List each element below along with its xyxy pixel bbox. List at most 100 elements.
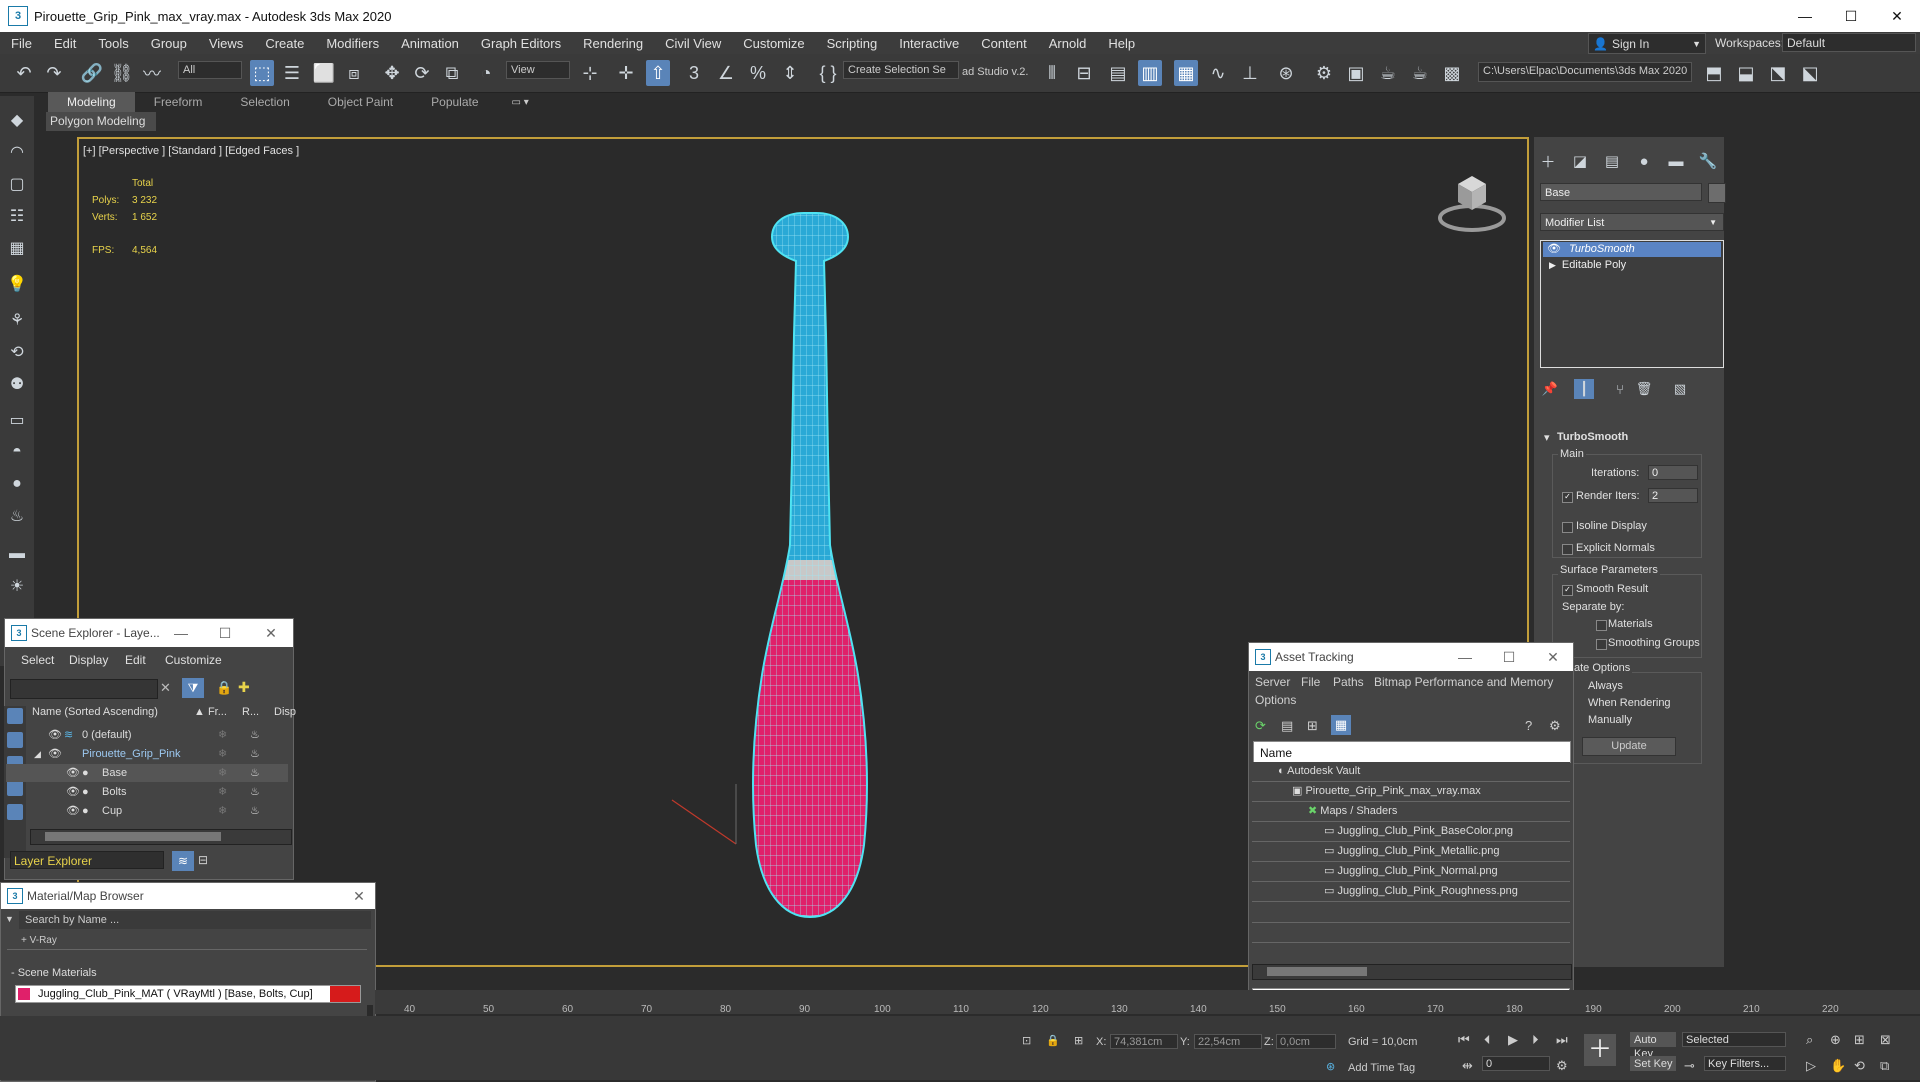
zoom-extents-icon[interactable]: ⊞ [1854, 1032, 1865, 1048]
go-to-end-icon[interactable]: ⏭ [1556, 1032, 1568, 1048]
shapes-icon[interactable]: ◠ [5, 140, 29, 164]
column-renderable[interactable]: R... [242, 706, 259, 718]
motion-panel-icon[interactable]: ● [1632, 150, 1656, 172]
zoom-extents-all-icon[interactable]: ⊠ [1880, 1032, 1891, 1048]
stack-item-turbosmooth[interactable]: 👁 TurboSmooth [1543, 242, 1721, 257]
explorer-type-dropdown[interactable]: Layer Explorer [10, 851, 164, 869]
key-mode-icon[interactable]: ⇹ [1462, 1058, 1473, 1074]
menu-file[interactable]: File [0, 36, 43, 51]
scene-explorer-menu-display[interactable]: Display [69, 653, 108, 667]
display-icon[interactable]: ⚉ [5, 372, 29, 396]
scene-explorer-titlebar[interactable]: 3 Scene Explorer - Laye... — ☐ ✕ [5, 619, 293, 647]
menu-interactive[interactable]: Interactive [888, 36, 970, 51]
close-button[interactable]: ✕ [251, 619, 291, 647]
hierarchy-panel-icon[interactable]: ▤ [1600, 150, 1624, 172]
mirror-icon[interactable]: ⫴ [1040, 60, 1064, 86]
percent-snap-icon[interactable]: % [746, 60, 770, 86]
polygon-modeling-button[interactable]: Polygon Modeling [46, 112, 156, 131]
collapse-icon[interactable]: ◢ [34, 745, 41, 763]
render-iters-spinner[interactable]: 2 [1648, 488, 1698, 503]
manually-radio[interactable]: Manually [1588, 714, 1632, 726]
maximize-button[interactable]: ☐ [1489, 643, 1529, 671]
auto-key-button[interactable]: Auto Key [1630, 1032, 1676, 1060]
scene-explorer-scrollbar[interactable] [30, 829, 292, 845]
scrollbar-thumb[interactable] [1267, 967, 1367, 976]
go-to-start-icon[interactable]: ⏮ [1458, 1032, 1470, 1048]
menu-tools[interactable]: Tools [87, 36, 139, 51]
maximize-button[interactable]: ☐ [205, 619, 245, 647]
help-icon[interactable]: ? [1525, 718, 1532, 733]
object-color-swatch[interactable] [1708, 183, 1726, 203]
project-folder-icon[interactable]: ⬒ [1702, 60, 1726, 86]
object-row-cup[interactable]: 👁 ● Cup ❄ ♨ [6, 802, 288, 820]
hierarchy-explorer-icon[interactable]: ⊟ [198, 853, 208, 867]
render-iters-checkbox[interactable]: ✓ [1562, 492, 1573, 503]
isolate-selection-icon[interactable]: ⊡ [1022, 1034, 1031, 1047]
viewport-icon[interactable]: ▭ [5, 408, 29, 432]
project-path-dropdown[interactable]: C:\Users\Elpac\Documents\3ds Max 2020 [1478, 62, 1692, 82]
remove-modifier-icon[interactable]: 🗑 [1634, 379, 1654, 399]
scene-explorer-menu-customize[interactable]: Customize [165, 653, 222, 667]
redo-icon[interactable]: ↷ [42, 60, 66, 86]
material-editor-icon[interactable]: ⊛ [1274, 60, 1298, 86]
scene-explorer-icon[interactable]: ▦ [1174, 60, 1198, 86]
freeze-icon[interactable]: ❄ [218, 783, 227, 801]
display-panel-icon[interactable]: ▬ [1664, 150, 1688, 172]
freeze-icon[interactable]: ❄ [218, 745, 227, 763]
sun-icon[interactable]: ☀ [5, 574, 29, 598]
selection-lock-icon[interactable]: 🔒 [1046, 1034, 1060, 1047]
juggling-club-model[interactable] [740, 205, 880, 925]
layer-row-pirouette[interactable]: ◢ 👁 Pirouette_Grip_Pink ❄ ♨ [6, 745, 288, 763]
show-end-result-icon[interactable]: ┃ [1574, 379, 1594, 399]
materials-checkbox[interactable] [1596, 620, 1607, 631]
dome-icon[interactable]: ◓ [5, 440, 29, 464]
smooth-result-checkbox[interactable]: ✓ [1562, 585, 1573, 596]
time-tag-icon[interactable]: ⊛ [1326, 1060, 1335, 1073]
ribbon-options-icon[interactable]: ▭ ▾ [512, 97, 529, 108]
keyboard-shortcut-override-icon[interactable]: ⇧ [646, 60, 670, 86]
viewport-label[interactable]: [+] [Perspective ] [Standard ] [Edged Fa… [83, 145, 299, 157]
next-frame-icon[interactable]: ⏵ [1532, 1032, 1539, 1048]
eye-icon[interactable]: 👁 [66, 802, 80, 820]
clear-search-icon[interactable]: ✕ [160, 680, 171, 696]
orbit-icon[interactable]: ⟲ [1854, 1058, 1865, 1074]
move-icon[interactable]: ✥ [380, 60, 404, 86]
asset-row-maps[interactable]: ✖ Maps / Shaders [1252, 802, 1570, 822]
render-icon[interactable]: ♨ [250, 764, 260, 782]
rendered-frame-window-icon[interactable]: ▣ [1344, 60, 1368, 86]
scrollbar-thumb[interactable] [45, 832, 221, 841]
asset-menu-options[interactable]: Options [1255, 693, 1296, 707]
zoom-icon[interactable]: ⌕ [1806, 1032, 1813, 1048]
update-button[interactable]: Update [1582, 737, 1676, 756]
set-keys-plus-icon[interactable]: ＋ [1584, 1034, 1616, 1066]
set-key-button[interactable]: Set Key [1630, 1056, 1676, 1071]
menu-animation[interactable]: Animation [390, 36, 470, 51]
viewcube-icon[interactable] [1436, 170, 1508, 236]
angle-snap-icon[interactable]: ∠ [714, 60, 738, 86]
tab-object-paint[interactable]: Object Paint [309, 92, 412, 112]
schematic-view-icon[interactable]: ⊥ [1238, 60, 1262, 86]
menu-views[interactable]: Views [198, 36, 254, 51]
workspaces-dropdown[interactable]: Default [1782, 33, 1916, 52]
light-icon[interactable]: 💡 [5, 272, 29, 296]
z-coordinate-field[interactable]: 0,0cm [1276, 1034, 1336, 1049]
turbosmooth-rollout-title[interactable]: TurboSmooth [1557, 431, 1628, 443]
named-selection-dropdown[interactable]: Create Selection Se [843, 61, 959, 79]
eye-icon[interactable]: 👁 [1547, 243, 1561, 255]
asset-row-metallic[interactable]: ▭ Juggling_Club_Pink_Metallic.png [1252, 842, 1570, 862]
selected-set-dropdown[interactable]: Selected [1682, 1032, 1786, 1047]
time-config-icon[interactable]: ⚙ [1556, 1058, 1568, 1074]
selection-region-icon[interactable]: ⬜ [312, 60, 336, 86]
pan-icon[interactable]: ✋ [1830, 1058, 1846, 1074]
reference-coordinate-dropdown[interactable]: View [506, 61, 570, 79]
eye-icon[interactable]: 👁 [66, 764, 80, 782]
plane-icon[interactable]: ▬ [5, 542, 29, 566]
asset-row-basecolor[interactable]: ▭ Juggling_Club_Pink_BaseColor.png [1252, 822, 1570, 842]
zoom-all-icon[interactable]: ⊕ [1830, 1032, 1841, 1048]
material-browser-titlebar[interactable]: 3 Material/Map Browser ✕ [1, 883, 375, 909]
settings-icon[interactable]: ⚙ [1549, 718, 1561, 734]
when-rendering-radio[interactable]: When Rendering [1588, 697, 1671, 709]
layer-row-default[interactable]: 👁 ≋ 0 (default) ❄ ♨ [6, 726, 288, 744]
x-coordinate-field[interactable]: 74,381cm [1110, 1034, 1178, 1049]
teapot-icon[interactable]: ♨ [5, 504, 29, 528]
